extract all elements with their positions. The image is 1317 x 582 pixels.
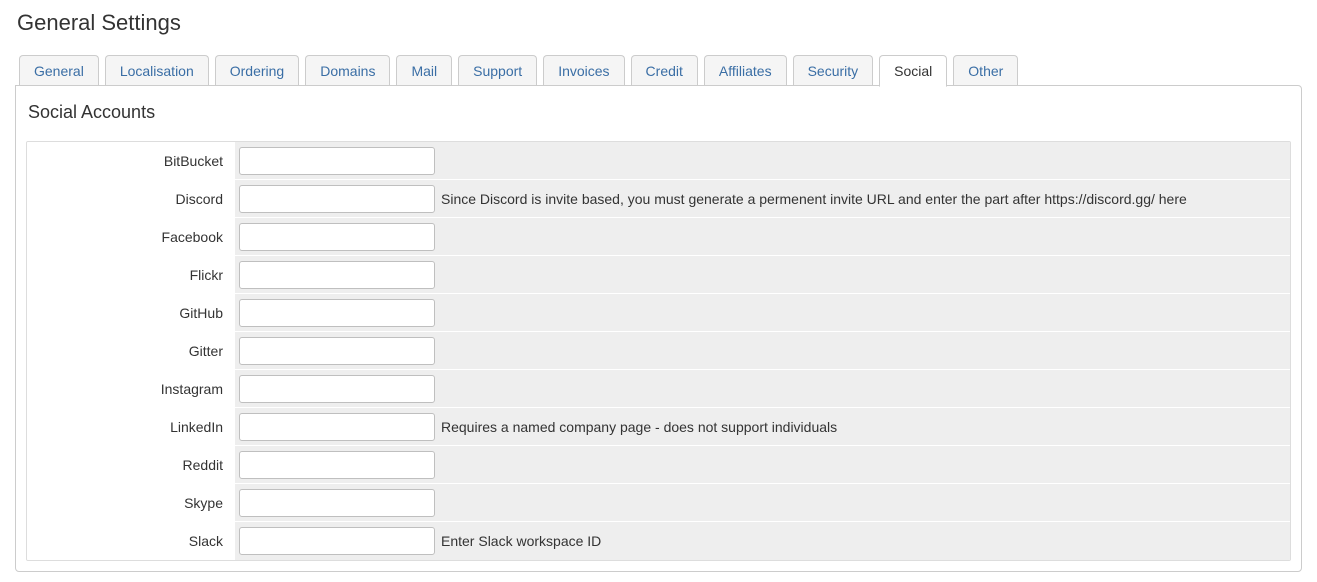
instagram-input[interactable] <box>239 375 435 403</box>
field-cell-flickr <box>235 257 1290 293</box>
tabs-bar: GeneralLocalisationOrderingDomainsMailSu… <box>15 54 1302 86</box>
field-label-bitbucket: BitBucket <box>27 142 235 179</box>
field-label-github: GitHub <box>27 294 235 331</box>
field-row-linkedin: LinkedIn Requires a named company page - … <box>27 408 1290 446</box>
field-row-github: GitHub <box>27 294 1290 332</box>
page-title: General Settings <box>15 10 1302 36</box>
field-label-flickr: Flickr <box>27 256 235 293</box>
discord-input[interactable] <box>239 185 435 213</box>
field-label-discord: Discord <box>27 180 235 217</box>
linkedin-input[interactable] <box>239 413 435 441</box>
field-row-discord: Discord Since Discord is invite based, yo… <box>27 180 1290 218</box>
field-cell-github <box>235 295 1290 331</box>
tab-invoices[interactable]: Invoices <box>543 55 624 87</box>
field-row-skype: Skype <box>27 484 1290 522</box>
skype-input[interactable] <box>239 489 435 517</box>
tab-social[interactable]: Social <box>879 55 947 87</box>
tab-support[interactable]: Support <box>458 55 537 87</box>
field-cell-facebook <box>235 219 1290 255</box>
field-cell-linkedin: Requires a named company page - does not… <box>235 409 1290 445</box>
field-hint-slack: Enter Slack workspace ID <box>441 533 601 549</box>
social-accounts-form: BitBucketDiscord Since Discord is invite … <box>26 141 1291 561</box>
field-row-gitter: Gitter <box>27 332 1290 370</box>
field-row-reddit: Reddit <box>27 446 1290 484</box>
slack-input[interactable] <box>239 527 435 555</box>
tab-domains[interactable]: Domains <box>305 55 390 87</box>
field-cell-skype <box>235 485 1290 521</box>
field-cell-reddit <box>235 447 1290 483</box>
field-label-slack: Slack <box>27 522 235 560</box>
field-hint-linkedin: Requires a named company page - does not… <box>441 419 837 435</box>
tab-mail[interactable]: Mail <box>396 55 452 87</box>
bitbucket-input[interactable] <box>239 147 435 175</box>
field-row-instagram: Instagram <box>27 370 1290 408</box>
field-cell-bitbucket <box>235 143 1290 179</box>
tab-localisation[interactable]: Localisation <box>105 55 209 87</box>
field-label-instagram: Instagram <box>27 370 235 407</box>
tab-affiliates[interactable]: Affiliates <box>704 55 787 87</box>
section-title: Social Accounts <box>26 102 1291 123</box>
gitter-input[interactable] <box>239 337 435 365</box>
field-cell-gitter <box>235 333 1290 369</box>
flickr-input[interactable] <box>239 261 435 289</box>
field-label-gitter: Gitter <box>27 332 235 369</box>
field-row-slack: Slack Enter Slack workspace ID <box>27 522 1290 560</box>
tab-credit[interactable]: Credit <box>631 55 698 87</box>
field-cell-instagram <box>235 371 1290 407</box>
field-label-reddit: Reddit <box>27 446 235 483</box>
field-label-facebook: Facebook <box>27 218 235 255</box>
facebook-input[interactable] <box>239 223 435 251</box>
tab-security[interactable]: Security <box>793 55 874 87</box>
field-label-skype: Skype <box>27 484 235 521</box>
field-hint-discord: Since Discord is invite based, you must … <box>441 191 1187 207</box>
reddit-input[interactable] <box>239 451 435 479</box>
tab-ordering[interactable]: Ordering <box>215 55 299 87</box>
field-label-linkedin: LinkedIn <box>27 408 235 445</box>
field-row-flickr: Flickr <box>27 256 1290 294</box>
tab-other[interactable]: Other <box>953 55 1018 87</box>
tab-panel-social: Social Accounts BitBucketDiscord Since Di… <box>15 85 1302 572</box>
field-row-bitbucket: BitBucket <box>27 142 1290 180</box>
tab-general[interactable]: General <box>19 55 99 87</box>
github-input[interactable] <box>239 299 435 327</box>
field-cell-discord: Since Discord is invite based, you must … <box>235 181 1290 217</box>
field-row-facebook: Facebook <box>27 218 1290 256</box>
